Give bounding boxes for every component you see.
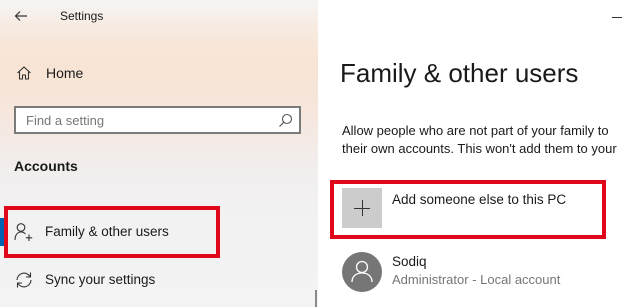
- sidebar-item-sync-settings[interactable]: Sync your settings: [0, 258, 310, 302]
- minimize-button[interactable]: [610, 10, 624, 24]
- window-title: Settings: [60, 9, 104, 23]
- add-someone-else-label: Add someone else to this PC: [392, 192, 567, 207]
- selected-indicator: [0, 218, 4, 246]
- user-list-item[interactable]: Sodiq Administrator - Local account: [340, 250, 637, 294]
- home-label: Home: [46, 65, 84, 81]
- sync-icon: [16, 272, 32, 288]
- back-button[interactable]: [8, 4, 36, 30]
- person-add-icon: [14, 223, 33, 241]
- search-placeholder: Find a setting: [26, 113, 105, 128]
- back-arrow-icon: [14, 11, 27, 21]
- settings-sidebar: Settings Home Find a setting Accounts Fa…: [0, 0, 318, 307]
- sidebar-item-label: Family & other users: [45, 224, 169, 239]
- description-line: their own accounts. This won't add them …: [342, 141, 617, 156]
- plus-icon: [342, 188, 382, 228]
- home-icon: [17, 66, 31, 80]
- search-input[interactable]: Find a setting: [14, 106, 301, 134]
- sidebar-item-family-other-users[interactable]: Family & other users: [0, 210, 310, 254]
- main-content: Family & other users Allow people who ar…: [318, 0, 637, 307]
- page-title: Family & other users: [340, 58, 579, 88]
- search-icon[interactable]: [278, 113, 293, 128]
- add-someone-else-button[interactable]: Add someone else to this PC: [340, 186, 610, 230]
- minimize-icon: [612, 17, 622, 18]
- page-description: Allow people who are not part of your fa…: [342, 122, 617, 158]
- description-line: Allow people who are not part of your fa…: [342, 123, 609, 138]
- home-nav-item[interactable]: Home: [10, 62, 310, 86]
- sidebar-item-label: Sync your settings: [45, 272, 156, 287]
- user-role: Administrator - Local account: [392, 272, 561, 287]
- sidebar-scrollbar[interactable]: [315, 290, 317, 307]
- accounts-section-title: Accounts: [14, 158, 78, 174]
- user-name: Sodiq: [392, 254, 427, 269]
- avatar: [342, 252, 382, 292]
- user-icon: [351, 260, 373, 283]
